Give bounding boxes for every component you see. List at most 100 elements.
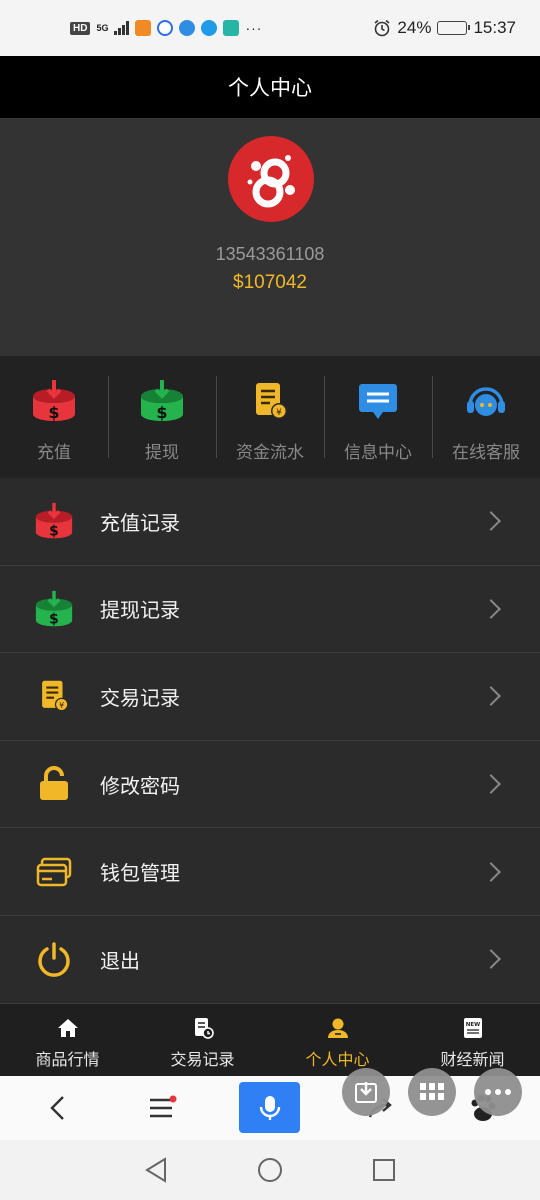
user-icon (326, 1016, 350, 1040)
triangle-back-icon (145, 1157, 166, 1183)
voice-search-button[interactable] (239, 1082, 300, 1133)
menu-item-label: 钱包管理 (100, 861, 180, 886)
menu-item-trade-records[interactable]: ¥ 交易记录 (0, 653, 540, 741)
chevron-right-icon (481, 861, 501, 882)
mi-notification-icon (223, 20, 240, 36)
battery-percent: 24% (397, 18, 432, 37)
menu-item-label: 交易记录 (100, 685, 180, 710)
quick-action-deposit[interactable]: $ 充值 (0, 356, 108, 478)
tab-label: 个人中心 (305, 1050, 370, 1069)
record-icon (191, 1016, 215, 1040)
menu-item-withdraw-records[interactable]: $ 提现记录 (0, 565, 540, 654)
download-icon (355, 1082, 377, 1103)
svg-text:$: $ (49, 524, 59, 540)
browser-back-button[interactable] (36, 1076, 80, 1140)
tab-bar: 商品行情 交易记录 个人中心 NEW 财经新闻 (0, 1004, 540, 1076)
menu-item-label: 充值记录 (100, 510, 180, 535)
status-bar: HD 5G ··· 24% 15:37 (0, 0, 540, 56)
withdraw-icon: $ (139, 380, 185, 422)
news-badge: NEW (465, 1022, 479, 1028)
notification-app-icon (135, 20, 152, 36)
profile-section: 13543361108 $107042 (0, 118, 540, 356)
quick-action-customer-service[interactable]: 在线客服 (432, 356, 540, 478)
chevron-right-icon (481, 598, 501, 619)
chevron-left-icon (50, 1096, 64, 1120)
avatar[interactable] (228, 136, 314, 222)
svg-text:¥: ¥ (276, 408, 282, 418)
news-icon: NEW (461, 1016, 485, 1040)
svg-text:$: $ (156, 403, 167, 422)
tab-market[interactable]: 商品行情 (0, 1004, 135, 1076)
menu-item-label: 提现记录 (100, 598, 180, 623)
quick-action-label: 充值 (37, 443, 71, 463)
home-icon (56, 1016, 80, 1040)
tab-label: 商品行情 (35, 1050, 100, 1069)
page-title: 个人中心 (228, 76, 312, 100)
menu-list: $ 充值记录 $ 提现记录 ¥ 交易记录 修改密码 钱包管理 退出 (0, 478, 540, 1004)
menu-item-wallet-management[interactable]: 钱包管理 (0, 828, 540, 916)
menu-item-label: 退出 (100, 948, 140, 973)
network-type: 5G (96, 22, 109, 33)
title-bar: 个人中心 (0, 56, 540, 118)
baidu-notification-icon (157, 20, 174, 36)
floating-grid-button[interactable] (408, 1068, 456, 1116)
quick-action-withdraw[interactable]: $ 提现 (108, 356, 216, 478)
withdraw-icon: $ (34, 589, 74, 629)
more-notifications-icon: ··· (245, 20, 263, 36)
svg-text:$: $ (49, 612, 59, 628)
svg-text:¥: ¥ (59, 701, 64, 710)
quick-actions: $ 充值 $ 提现 ¥ 资金流水 信息中心 在线客服 (0, 356, 540, 478)
chevron-right-icon (481, 511, 501, 532)
chevron-right-icon (481, 774, 501, 794)
nav-back-button[interactable] (136, 1140, 176, 1200)
power-icon (34, 939, 74, 979)
tab-label: 财经新闻 (440, 1050, 505, 1069)
account-balance: $107042 (233, 272, 307, 293)
tab-financial-news[interactable]: NEW 财经新闻 (405, 1004, 540, 1076)
globe-notification-icon (201, 20, 218, 36)
grid-icon (420, 1083, 444, 1100)
nav-home-button[interactable] (250, 1140, 290, 1200)
avatar-logo (247, 155, 295, 208)
microphone-icon (259, 1095, 280, 1120)
browser-toolbar (0, 1076, 540, 1140)
tab-personal-center[interactable]: 个人中心 (270, 1004, 405, 1076)
menu-item-logout[interactable]: 退出 (0, 915, 540, 1004)
nav-recents-button[interactable] (364, 1140, 404, 1200)
svg-text:$: $ (48, 403, 59, 422)
clock: 15:37 (473, 18, 516, 37)
floating-more-button[interactable] (474, 1068, 522, 1116)
circle-home-icon (258, 1158, 282, 1182)
tab-trade-records[interactable]: 交易记录 (135, 1004, 270, 1076)
menu-item-label: 修改密码 (100, 773, 180, 798)
chevron-right-icon (481, 686, 501, 707)
phone-number: 13543361108 (215, 244, 325, 264)
floating-download-button[interactable] (342, 1068, 390, 1116)
browser-menu-button[interactable] (140, 1076, 184, 1140)
alarm-icon (374, 19, 390, 37)
fund-flow-icon: ¥ (247, 380, 293, 422)
signal-icon (114, 21, 130, 35)
deposit-icon: $ (34, 501, 74, 541)
menu-item-change-password[interactable]: 修改密码 (0, 740, 540, 829)
wallet-icon (34, 852, 74, 892)
quick-action-label: 资金流水 (236, 443, 304, 463)
browser-notification-icon (179, 20, 196, 36)
quick-action-fund-flow[interactable]: ¥ 资金流水 (216, 356, 324, 478)
quick-action-messages[interactable]: 信息中心 (324, 356, 432, 478)
menu-item-deposit-records[interactable]: $ 充值记录 (0, 478, 540, 566)
headset-icon (463, 380, 509, 422)
menu-icon (150, 1095, 177, 1118)
lock-icon (34, 764, 74, 804)
square-recents-icon (373, 1159, 395, 1181)
deposit-icon: $ (31, 380, 77, 422)
hd-badge: HD (70, 21, 91, 35)
message-icon (355, 380, 401, 422)
quick-action-label: 信息中心 (344, 443, 412, 463)
more-icon (485, 1089, 511, 1095)
quick-action-label: 在线客服 (452, 443, 520, 463)
chevron-right-icon (481, 949, 501, 970)
system-nav-bar (0, 1140, 540, 1200)
trade-record-icon: ¥ (34, 676, 74, 716)
tab-label: 交易记录 (170, 1050, 235, 1069)
